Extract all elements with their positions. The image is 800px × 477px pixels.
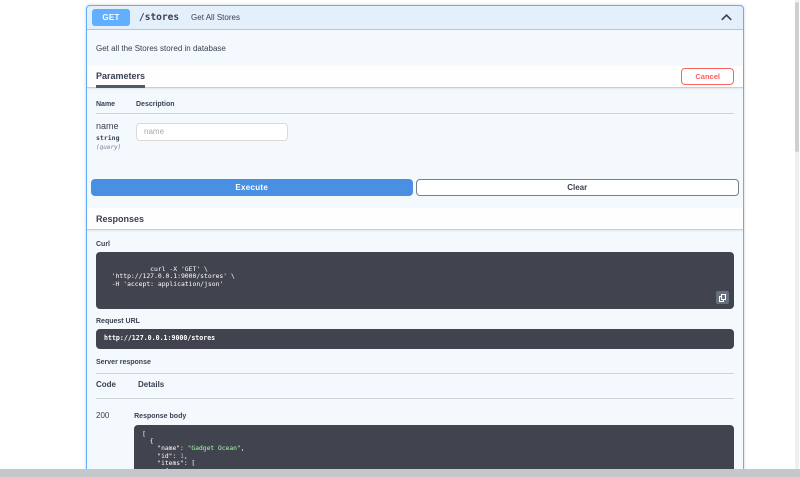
collapse-chevron-up-icon[interactable] [719,11,733,25]
response-details-cell: Response body [ { "name": "Gadget Ocean"… [134,411,734,477]
opblock-summary[interactable]: GET /stores Get All Stores [87,6,743,30]
responses-area: Curl curl -X 'GET' \ 'http://127.0.0.1:9… [87,230,743,477]
parameters-table: Name Description name string (query) [87,88,743,179]
operation-container: GET /stores Get All Stores Get all the S… [86,5,744,477]
parameter-name-input[interactable] [136,122,288,141]
vertical-scrollbar-thumb[interactable] [795,2,799,152]
request-url-block: http://127.0.0.1:9000/stores [96,329,734,349]
parameter-type: string [96,134,120,142]
parameter-name: name [96,121,119,131]
execute-button[interactable]: Execute [91,179,413,196]
swagger-page: GET /stores Get All Stores Get all the S… [0,0,800,477]
endpoint-description: Get all the Stores stored in database [96,44,226,53]
horizontal-scrollbar[interactable] [0,469,800,477]
parameters-header: Parameters Cancel [87,66,743,88]
copy-to-clipboard-button[interactable] [716,291,729,304]
column-header-code: Code [96,379,116,389]
column-header-description: Description [136,101,175,108]
endpoint-path: /stores [139,12,180,23]
clear-button[interactable]: Clear [415,179,739,196]
execute-row: Execute Clear [87,179,743,208]
parameters-title: Parameters [96,66,146,88]
curl-command-text: curl -X 'GET' \ 'http://127.0.0.1:9000/s… [111,264,235,288]
column-header-details: Details [138,379,165,389]
responses-title: Responses [96,213,145,224]
parameters-table-head: Name Description [96,88,734,114]
curl-command-block: curl -X 'GET' \ 'http://127.0.0.1:9000/s… [96,252,734,309]
parameter-row: name string (query) [96,114,734,179]
opblock-get-stores: GET /stores Get All Stores Get all the S… [86,5,744,477]
responses-header: Responses [87,208,743,230]
parameter-description-cell [136,121,734,151]
opblock-body: Get all the Stores stored in database Pa… [87,30,743,477]
parameter-name-cell: name string (query) [96,121,136,151]
response-body-label: Response body [134,412,187,420]
status-code: 200 [96,410,110,420]
column-header-name: Name [96,101,116,108]
endpoint-summary: Get All Stores [191,13,240,22]
parameter-location: (query) [96,144,122,151]
server-response-label: Server response [96,349,734,374]
cancel-button[interactable]: Cancel [681,68,734,85]
http-method-badge: GET [92,9,130,26]
response-row-200: 200 Response body [ { "name": "Gadget Oc… [96,399,734,477]
request-url-label: Request URL [96,318,140,325]
curl-label: Curl [96,241,110,248]
response-table-head: Code Details [96,374,734,399]
